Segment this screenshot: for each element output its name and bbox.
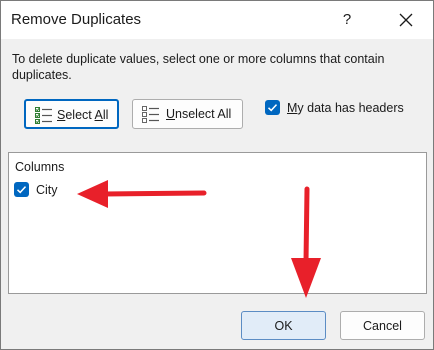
select-all-button[interactable]: Select All [24, 99, 119, 129]
unselect-all-icon [142, 106, 160, 123]
columns-list: Columns City [8, 152, 427, 294]
select-all-label: Select All [57, 108, 109, 122]
column-label-city[interactable]: City [36, 183, 58, 197]
dialog-title: Remove Duplicates [11, 11, 142, 28]
checkmark-icon [267, 104, 278, 112]
unselect-all-label: Unselect All [166, 107, 232, 121]
column-checkbox-city[interactable] [14, 182, 29, 197]
my-data-has-headers-label[interactable]: My data has headers [287, 101, 404, 115]
columns-heading: Columns [15, 160, 65, 174]
title-bar: Remove Duplicates ? [1, 1, 433, 39]
remove-duplicates-dialog: Remove Duplicates ? To delete duplicate … [0, 0, 434, 350]
checkmark-icon [16, 186, 27, 194]
cancel-button[interactable]: Cancel [340, 311, 425, 340]
my-data-has-headers-checkbox[interactable] [265, 100, 280, 115]
select-all-icon [35, 107, 53, 124]
help-icon[interactable]: ? [335, 8, 359, 32]
close-icon[interactable] [393, 7, 419, 33]
instructions-text: To delete duplicate values, select one o… [12, 52, 385, 82]
unselect-all-button[interactable]: Unselect All [132, 99, 243, 129]
ok-button[interactable]: OK [241, 311, 326, 340]
